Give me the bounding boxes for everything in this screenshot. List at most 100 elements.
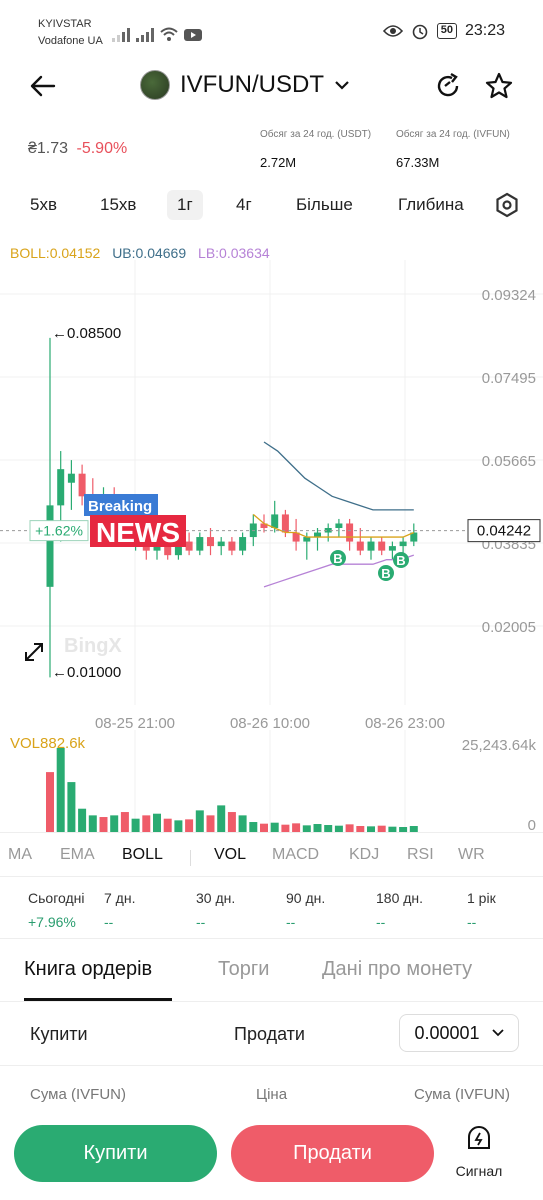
- timeframe-depth[interactable]: Глибина: [398, 190, 464, 220]
- wifi-icon: [160, 27, 178, 41]
- expand-icon: [25, 643, 43, 661]
- low-price-label: ←0.01000: [52, 664, 121, 681]
- ind-tab-ema[interactable]: EMA: [60, 846, 95, 864]
- tab-trades[interactable]: Торги: [218, 958, 269, 981]
- volume-bar: [163, 818, 172, 832]
- sell-button[interactable]: Продати: [231, 1125, 434, 1182]
- candle-body: [57, 469, 65, 506]
- timeframe-more[interactable]: Більше: [296, 190, 353, 220]
- perf-label-7d: 7 дн.: [104, 890, 136, 906]
- perf-value-30d: --: [196, 914, 206, 930]
- volume-bar: [292, 823, 301, 832]
- timeframe-1h[interactable]: 1г: [167, 190, 203, 220]
- volume-bar: [345, 824, 354, 832]
- precision-select[interactable]: 0.00001: [399, 1014, 519, 1052]
- volume-bar: [324, 825, 333, 832]
- divider: [0, 1001, 543, 1002]
- current-price-label: 0.04242: [477, 523, 531, 540]
- buy-side-label: Купити: [30, 1024, 88, 1044]
- candle-body: [46, 505, 54, 587]
- volume-bar: [313, 824, 322, 832]
- timeframe-4h[interactable]: 4г: [236, 190, 252, 220]
- volume-usdt-label: Обсяг за 24 год. (USDT): [260, 129, 372, 140]
- ind-tab-kdj[interactable]: KDJ: [349, 846, 379, 864]
- back-arrow-icon[interactable]: [28, 72, 58, 100]
- sell-side-label: Продати: [234, 1024, 305, 1044]
- candle-body: [67, 473, 75, 483]
- divider: [0, 938, 543, 939]
- candle-body: [78, 473, 86, 497]
- y-tick-label: 0.05665: [482, 453, 536, 470]
- watermark-logo: BingX: [64, 635, 122, 657]
- x-tick-label: 08-26 10:00: [230, 715, 310, 730]
- volume-bar: [56, 748, 65, 832]
- ind-tab-macd[interactable]: MACD: [272, 846, 319, 864]
- volume-bar: [99, 817, 108, 832]
- indicator-divider: [190, 850, 191, 866]
- candle-body: [271, 514, 279, 528]
- buy-marker-label: B: [396, 553, 405, 568]
- candle-body: [388, 546, 396, 551]
- volume-bar: [249, 822, 258, 832]
- col-amount-right: Сума (IVFUN): [414, 1086, 510, 1103]
- volume-bar: [270, 822, 279, 832]
- signal-button[interactable]: Сигнал: [448, 1124, 510, 1184]
- boll-upper-line: [263, 441, 414, 511]
- boll-value: BOLL:0.04152: [10, 245, 101, 261]
- buy-marker-label: B: [333, 551, 342, 566]
- pair-selector[interactable]: IVFUN/USDT: [140, 70, 350, 100]
- volume-bar: [78, 808, 87, 832]
- perf-value-today: +7.96%: [28, 914, 76, 930]
- volume-bar: [185, 819, 194, 832]
- volume-bar: [110, 815, 119, 832]
- perf-label-30d: 30 дн.: [196, 890, 236, 906]
- candle-body: [335, 523, 343, 528]
- chevron-down-icon: [491, 1029, 504, 1037]
- ind-tab-boll[interactable]: BOLL: [122, 846, 163, 864]
- volume-usdt-value: 2.72M: [260, 155, 297, 170]
- expand-icon-path: [25, 643, 43, 661]
- candle-body: [346, 523, 354, 542]
- y-tick-label: 0.09324: [482, 287, 536, 304]
- ind-tab-wr[interactable]: WR: [458, 846, 485, 864]
- volume-bar: [67, 782, 76, 832]
- refresh-icon[interactable]: [432, 70, 464, 102]
- tab-coin-info[interactable]: Дані про монету: [322, 958, 472, 981]
- tab-order-book[interactable]: Книга ордерів: [24, 958, 152, 981]
- indicator-tabs: MA EMA BOLL VOL MACD KDJ RSI WR: [0, 842, 543, 872]
- performance-row: Сьогодні 7 дн. 30 дн. 90 дн. 180 дн. 1 р…: [0, 888, 543, 936]
- perf-value-180d: --: [376, 914, 386, 930]
- ind-tab-vol[interactable]: VOL: [214, 846, 246, 864]
- volume-bar: [153, 813, 161, 832]
- high-price-label: ←0.08500: [52, 325, 121, 342]
- y-tick-label: 0.07495: [482, 370, 536, 387]
- youtube-icon: [184, 29, 202, 41]
- perf-label-180d: 180 дн.: [376, 890, 424, 906]
- volume-bar: [88, 815, 97, 832]
- carrier-name-1: KYIVSTAR: [38, 18, 92, 30]
- buy-button[interactable]: Купити: [14, 1125, 217, 1182]
- settings-hex-icon[interactable]: [494, 192, 520, 218]
- volume-bar: [217, 805, 226, 832]
- perf-value-1y: --: [467, 914, 477, 930]
- ind-tab-rsi[interactable]: RSI: [407, 846, 434, 864]
- battery-icon: 50: [436, 23, 457, 39]
- y-tick-label: 0.02005: [482, 619, 536, 636]
- timeframe-bar: 5хв 15хв 1г 4г Більше Глибина: [0, 182, 543, 226]
- timeframe-15m[interactable]: 15хв: [100, 190, 136, 220]
- candle-body: [196, 537, 204, 551]
- candle-body: [356, 541, 364, 551]
- star-icon[interactable]: [483, 70, 515, 102]
- price-chart[interactable]: 0.093240.074950.056650.038350.0200508-25…: [0, 260, 543, 730]
- candle-body: [303, 537, 311, 542]
- timeframe-5m[interactable]: 5хв: [30, 190, 57, 220]
- pair-title: IVFUN/USDT: [180, 71, 324, 98]
- perf-label-90d: 90 дн.: [286, 890, 326, 906]
- perf-label-1y: 1 рік: [467, 890, 496, 906]
- candle-body: [239, 537, 247, 551]
- volume-max-label: 25,243.64k: [462, 737, 537, 754]
- ind-tab-ma[interactable]: MA: [8, 846, 32, 864]
- news-badge-top: Breaking: [88, 498, 152, 515]
- volume-coin-value: 67.33M: [396, 155, 440, 170]
- candle-body: [281, 514, 289, 533]
